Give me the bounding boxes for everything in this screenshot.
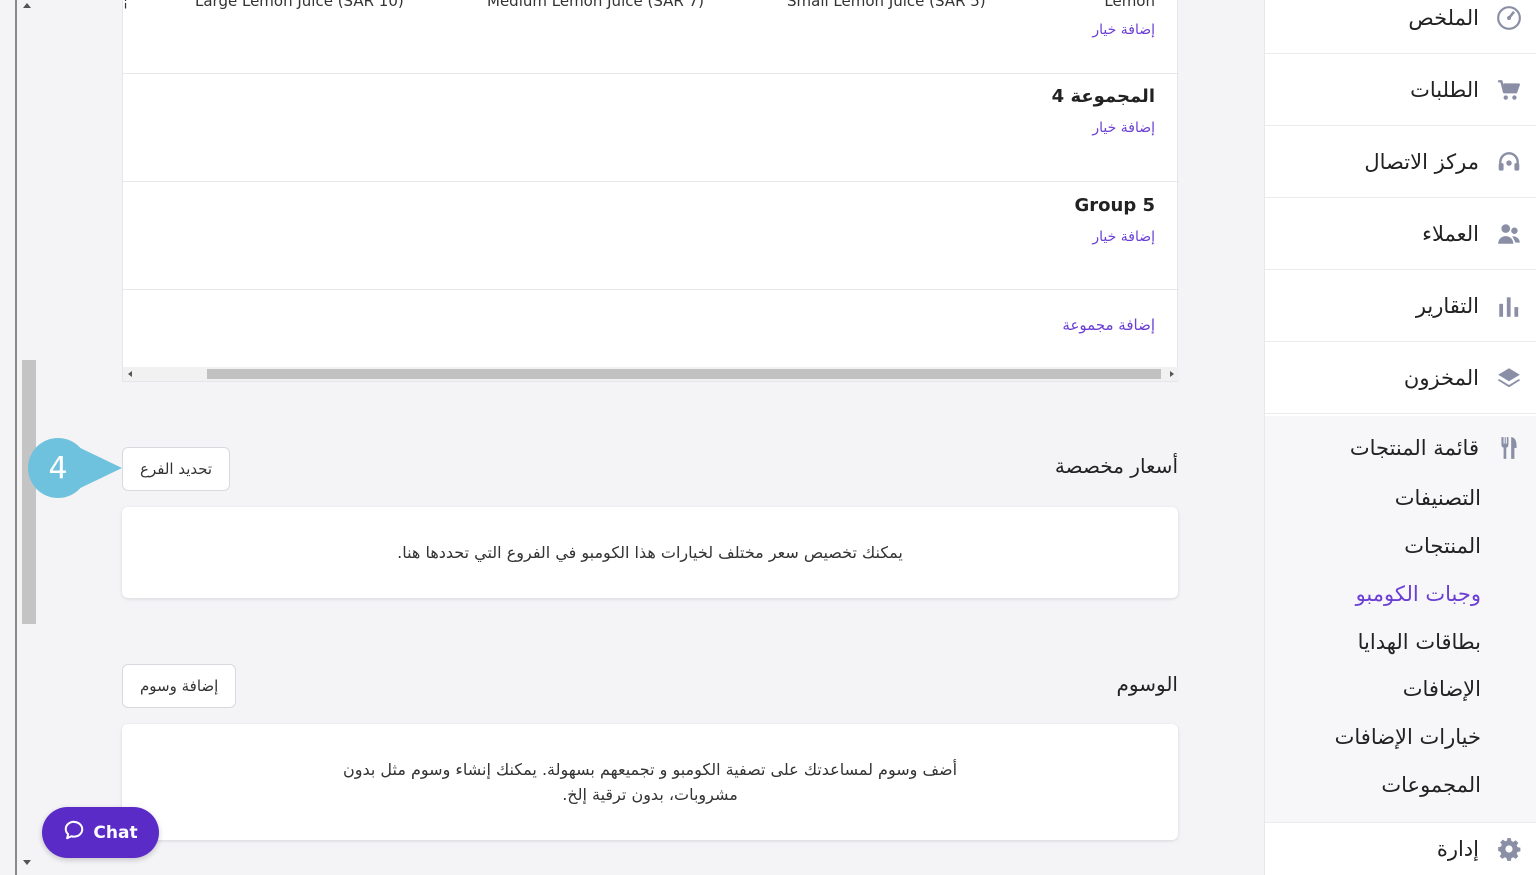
group-row-partial: ¦ Large Lemon Juice (SAR 10) Medium Lemo… xyxy=(123,0,1179,74)
partial-cell-marker: ¦ xyxy=(123,0,129,10)
cart-icon xyxy=(1495,76,1523,104)
sidebar-subitem-groups[interactable]: المجموعات xyxy=(1381,773,1481,797)
sidebar-item-label: المخزون xyxy=(1403,365,1479,390)
sidebar-subitem-combos[interactable]: وجبات الكومبو xyxy=(1356,582,1481,606)
bar-chart-icon xyxy=(1495,292,1523,320)
sidebar-item-label: العملاء xyxy=(1422,221,1479,246)
add-option-link[interactable]: إضافة خيار xyxy=(1092,120,1155,136)
add-group-row: إضافة مجموعة xyxy=(123,290,1179,368)
horizontal-scroll-thumb[interactable] xyxy=(207,369,1161,379)
add-tags-button[interactable]: إضافة وسوم xyxy=(122,664,237,708)
custom-prices-title: أسعار مخصصة xyxy=(1054,454,1178,478)
tags-title: الوسوم xyxy=(1116,672,1178,696)
option-cell: Medium Lemon Juice (SAR 7) xyxy=(487,0,704,10)
scroll-left-arrow-icon[interactable] xyxy=(128,371,132,377)
group-title: المجموعة 4 xyxy=(1051,86,1155,107)
sidebar-item-customers[interactable]: العملاء xyxy=(1265,198,1536,270)
tags-info: أضف وسوم لمساعدتك على تصفية الكومبو و تج… xyxy=(122,724,1178,840)
main-content: ¦ Large Lemon Juice (SAR 10) Medium Lemo… xyxy=(38,0,1264,875)
scroll-up-arrow-icon[interactable] xyxy=(23,3,31,8)
sidebar-item-label: إدارة xyxy=(1436,837,1479,861)
tour-step-marker[interactable]: 4 xyxy=(28,438,124,498)
group-row-5: Group 5 إضافة خيار xyxy=(123,182,1179,290)
sidebar-subitem-modifiers[interactable]: الإضافات xyxy=(1403,677,1481,701)
gear-icon xyxy=(1495,835,1523,863)
sidebar-item-reports[interactable]: التقارير xyxy=(1265,270,1536,342)
fork-knife-icon xyxy=(1495,434,1523,462)
sidebar-item-summary[interactable]: الملخص xyxy=(1265,0,1536,54)
sidebar-item-label: الطلبات xyxy=(1410,77,1479,102)
sidebar-subitem-products[interactable]: المنتجات xyxy=(1404,534,1481,558)
sidebar-item-label: التقارير xyxy=(1415,293,1479,318)
option-cell: Lemon xyxy=(1104,0,1155,10)
custom-prices-info: يمكنك تخصيص سعر مختلف لخيارات هذا الكومب… xyxy=(122,507,1178,598)
layers-icon xyxy=(1495,364,1523,392)
add-option-link[interactable]: إضافة خيار xyxy=(1092,22,1155,38)
option-cell: Large Lemon Juice (SAR 10) xyxy=(195,0,404,10)
sidebar-item-call-center[interactable]: مركز الاتصال xyxy=(1265,126,1536,198)
tags-info-line2: مشروبات، بدون ترقية إلخ. xyxy=(562,785,738,804)
sidebar: الملخص الطلبات مركز الاتصال العملاء التق… xyxy=(1264,0,1536,875)
headset-icon xyxy=(1495,148,1523,176)
tags-info-line1: أضف وسوم لمساعدتك على تصفية الكومبو و تج… xyxy=(342,760,958,779)
customers-icon xyxy=(1495,220,1523,248)
custom-prices-info-text: يمكنك تخصيص سعر مختلف لخيارات هذا الكومب… xyxy=(397,543,903,562)
chat-label: Chat xyxy=(93,822,138,843)
select-branch-button[interactable]: تحديد الفرع xyxy=(122,447,231,491)
sidebar-item-admin[interactable]: إدارة xyxy=(1265,822,1536,875)
sidebar-item-label: قائمة المنتجات xyxy=(1349,436,1479,460)
horizontal-scrollbar[interactable] xyxy=(123,367,1179,381)
sidebar-item-label: مركز الاتصال xyxy=(1364,149,1479,174)
sidebar-item-menu[interactable]: قائمة المنتجات xyxy=(1350,434,1523,462)
add-option-link[interactable]: إضافة خيار xyxy=(1092,229,1155,245)
sidebar-subitem-categories[interactable]: التصنيفات xyxy=(1395,486,1481,510)
tour-step-number: 4 xyxy=(28,438,88,498)
option-cell: Small Lemon Juice (SAR 5) xyxy=(787,0,986,10)
sidebar-item-orders[interactable]: الطلبات xyxy=(1265,54,1536,126)
sidebar-subitem-gift-cards[interactable]: بطاقات الهدايا xyxy=(1358,630,1481,654)
sidebar-subitem-modifier-options[interactable]: خيارات الإضافات xyxy=(1335,725,1481,749)
scroll-down-arrow-icon[interactable] xyxy=(23,860,31,865)
combo-groups-card: ¦ Large Lemon Juice (SAR 10) Medium Lemo… xyxy=(122,0,1179,382)
chat-bubble-icon xyxy=(63,819,85,846)
sidebar-menu-section: قائمة المنتجات التصنيفات المنتجات وجبات … xyxy=(1265,416,1536,822)
scroll-right-arrow-icon[interactable] xyxy=(1170,371,1174,377)
chat-button[interactable]: Chat xyxy=(42,807,159,858)
add-group-link[interactable]: إضافة مجموعة xyxy=(1062,316,1155,334)
sidebar-item-label: الملخص xyxy=(1408,5,1479,30)
dashboard-gauge-icon xyxy=(1495,4,1523,32)
window-edge xyxy=(15,0,17,875)
group-title: Group 5 xyxy=(1074,195,1155,216)
group-row-4: المجموعة 4 إضافة خيار xyxy=(123,74,1179,182)
sidebar-item-inventory[interactable]: المخزون xyxy=(1265,342,1536,414)
